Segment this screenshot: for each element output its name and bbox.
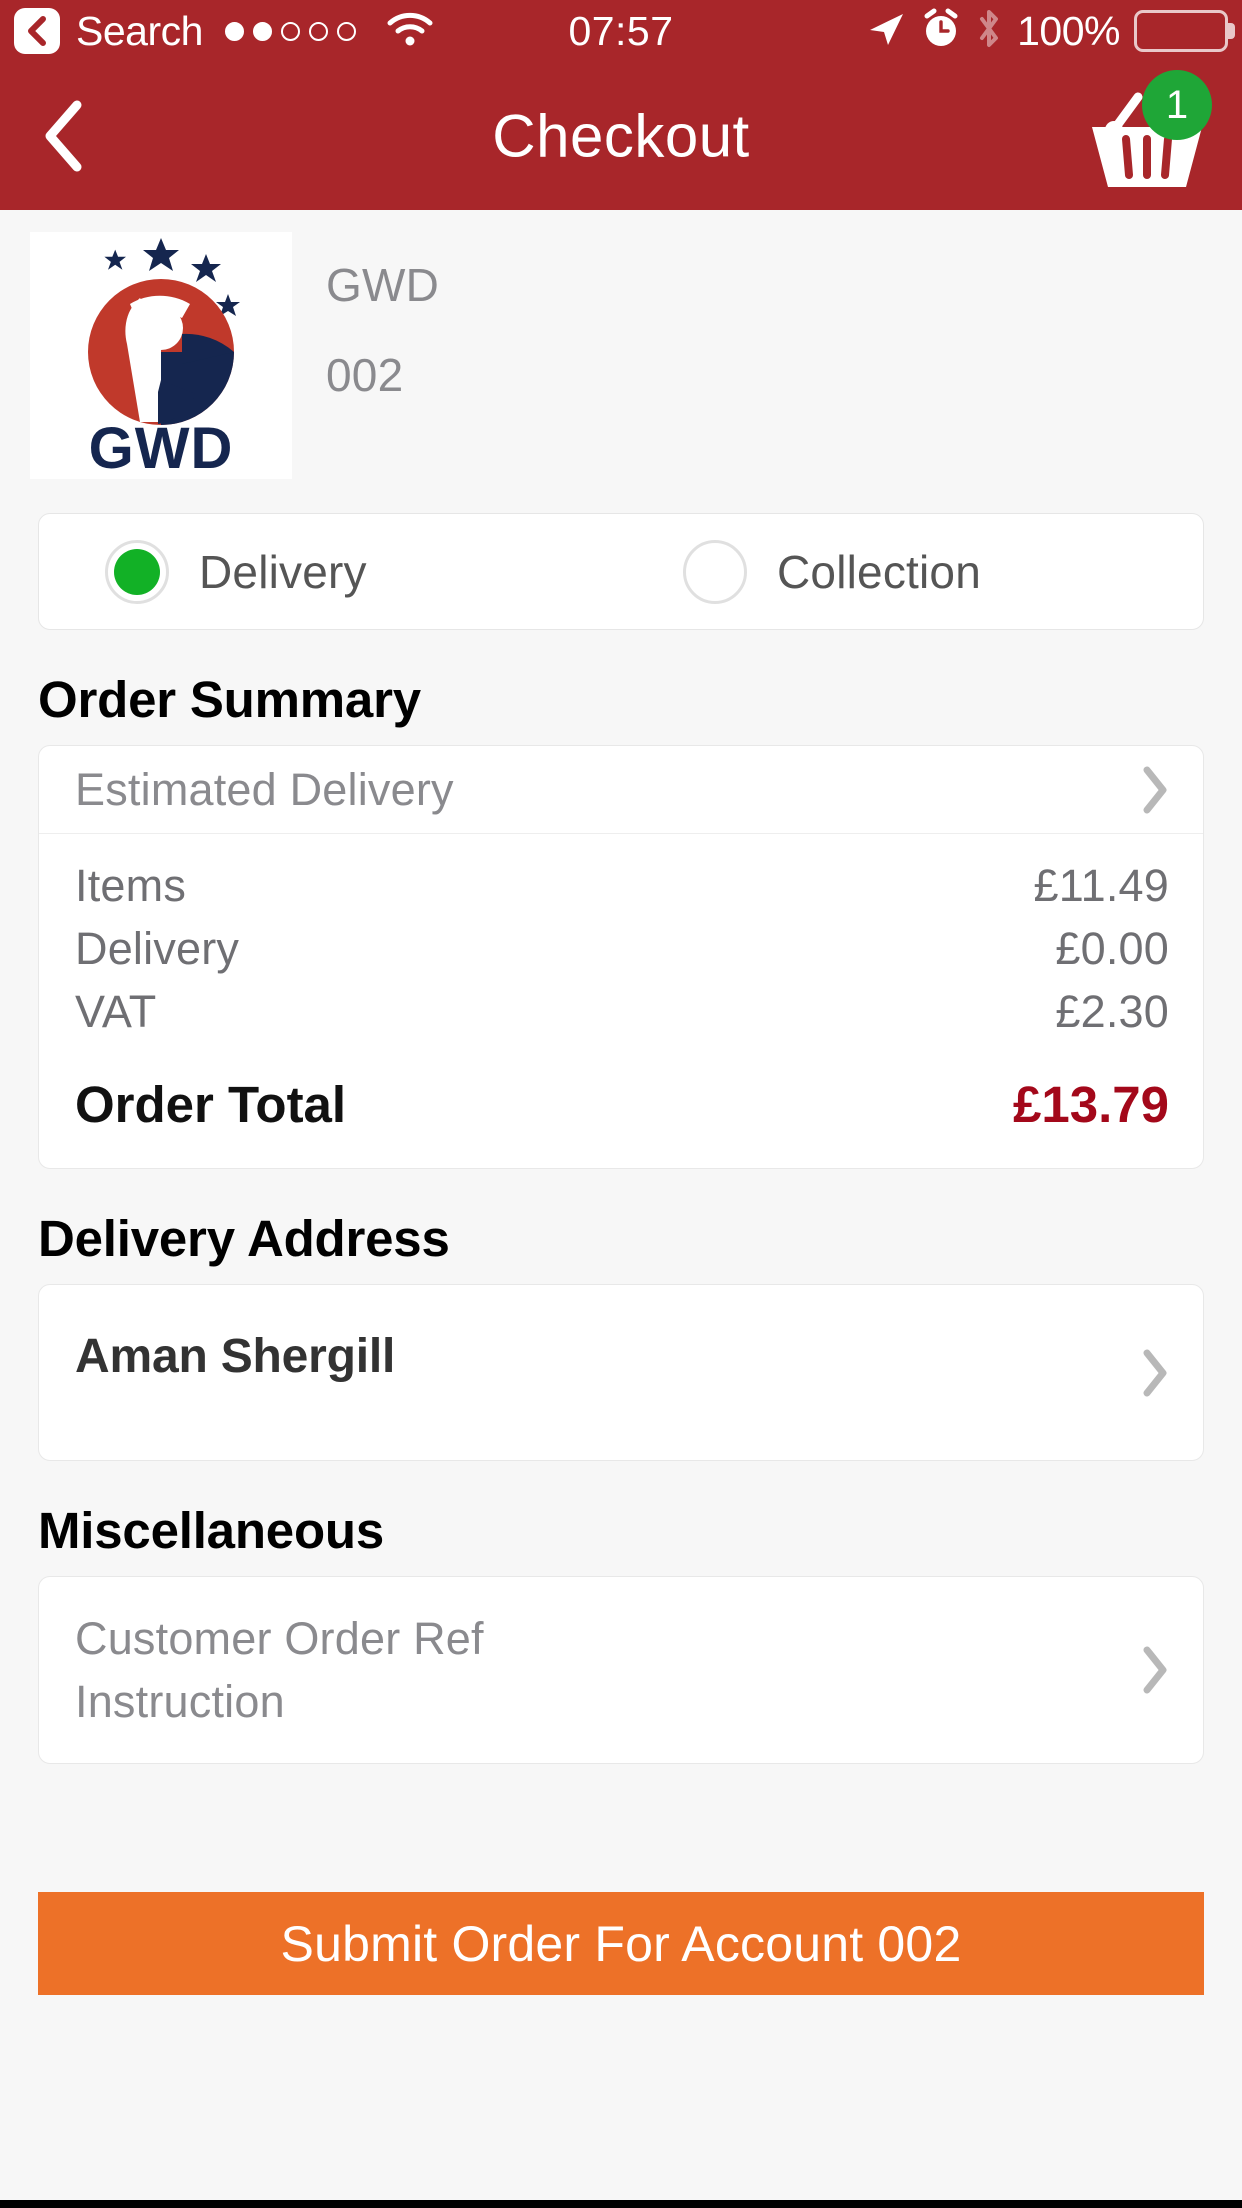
order-price-lines: Items £11.49 Delivery £0.00 VAT £2.30 bbox=[39, 834, 1203, 1051]
radio-selected-icon[interactable] bbox=[105, 539, 169, 604]
basket-button[interactable]: 1 bbox=[1080, 70, 1212, 196]
status-bar: Search 07:57 100% bbox=[0, 0, 1242, 62]
price-value: £2.30 bbox=[1055, 986, 1169, 1037]
delivery-address-name: Aman Shergill bbox=[75, 1330, 396, 1383]
bluetooth-icon bbox=[975, 7, 1003, 56]
estimated-delivery-label: Estimated Delivery bbox=[75, 763, 454, 815]
account-header: GWD GWD 002 bbox=[0, 210, 1242, 479]
gwd-logo: GWD bbox=[30, 232, 292, 479]
account-name: GWD bbox=[326, 259, 440, 311]
fulfilment-option-label: Collection bbox=[777, 545, 981, 598]
navigation-bar: Checkout 1 bbox=[0, 62, 1242, 210]
miscellaneous-heading: Miscellaneous bbox=[38, 1502, 385, 1559]
location-arrow-icon bbox=[865, 8, 907, 55]
order-total-row: Order Total £13.79 bbox=[39, 1051, 1203, 1168]
price-row: VAT £2.30 bbox=[75, 980, 1169, 1043]
battery-full-icon bbox=[1134, 10, 1235, 52]
price-row: Items £11.49 bbox=[75, 854, 1169, 917]
chevron-right-icon bbox=[1141, 1645, 1169, 1695]
account-number: 002 bbox=[326, 349, 404, 401]
fulfilment-selector: Delivery Collection bbox=[38, 513, 1204, 630]
order-total-label: Order Total bbox=[75, 1076, 347, 1133]
instruction-label: Instruction bbox=[75, 1676, 285, 1727]
order-summary-heading: Order Summary bbox=[38, 671, 421, 728]
fulfilment-option-delivery[interactable]: Delivery bbox=[39, 539, 625, 604]
estimated-delivery-row[interactable]: Estimated Delivery bbox=[39, 746, 1203, 834]
delivery-address-card[interactable]: Aman Shergill bbox=[38, 1284, 1204, 1461]
basket-count-badge: 1 bbox=[1142, 70, 1212, 140]
price-value: £0.00 bbox=[1055, 923, 1169, 974]
delivery-address-row[interactable]: Aman Shergill bbox=[39, 1285, 1203, 1460]
fulfilment-option-collection[interactable]: Collection bbox=[625, 539, 1203, 604]
price-row: Delivery £0.00 bbox=[75, 917, 1169, 980]
chevron-right-icon bbox=[1141, 1348, 1169, 1398]
alarm-clock-icon bbox=[921, 8, 961, 55]
chevron-right-icon bbox=[1141, 765, 1169, 815]
customer-order-ref-label: Customer Order Ref bbox=[75, 1613, 484, 1664]
miscellaneous-fields: Customer Order Ref Instruction bbox=[75, 1577, 484, 1763]
account-details: GWD 002 bbox=[326, 232, 439, 398]
home-indicator-strip bbox=[0, 2200, 1242, 2208]
fulfilment-option-label: Delivery bbox=[199, 545, 367, 598]
miscellaneous-row[interactable]: Customer Order Ref Instruction bbox=[39, 1577, 1203, 1763]
price-value: £11.49 bbox=[1033, 860, 1169, 911]
delivery-address-heading: Delivery Address bbox=[38, 1210, 450, 1267]
submit-order-button[interactable]: Submit Order For Account 002 bbox=[38, 1892, 1204, 1995]
order-summary-card: Estimated Delivery Items £11.49 Delivery… bbox=[38, 745, 1204, 1169]
price-label: VAT bbox=[75, 986, 157, 1037]
page-title: Checkout bbox=[492, 102, 750, 170]
svg-text:GWD: GWD bbox=[89, 416, 234, 479]
price-label: Items bbox=[75, 860, 187, 911]
status-bar-right: 100% bbox=[865, 7, 1235, 56]
miscellaneous-card[interactable]: Customer Order Ref Instruction bbox=[38, 1576, 1204, 1764]
order-total-value: £13.79 bbox=[1013, 1076, 1169, 1133]
battery-percent-label: 100% bbox=[1017, 7, 1120, 54]
price-label: Delivery bbox=[75, 923, 240, 974]
radio-unselected-icon[interactable] bbox=[683, 539, 747, 604]
checkout-screen: Search 07:57 100% Checkout 1 GWD GWD 002… bbox=[0, 0, 1242, 2208]
